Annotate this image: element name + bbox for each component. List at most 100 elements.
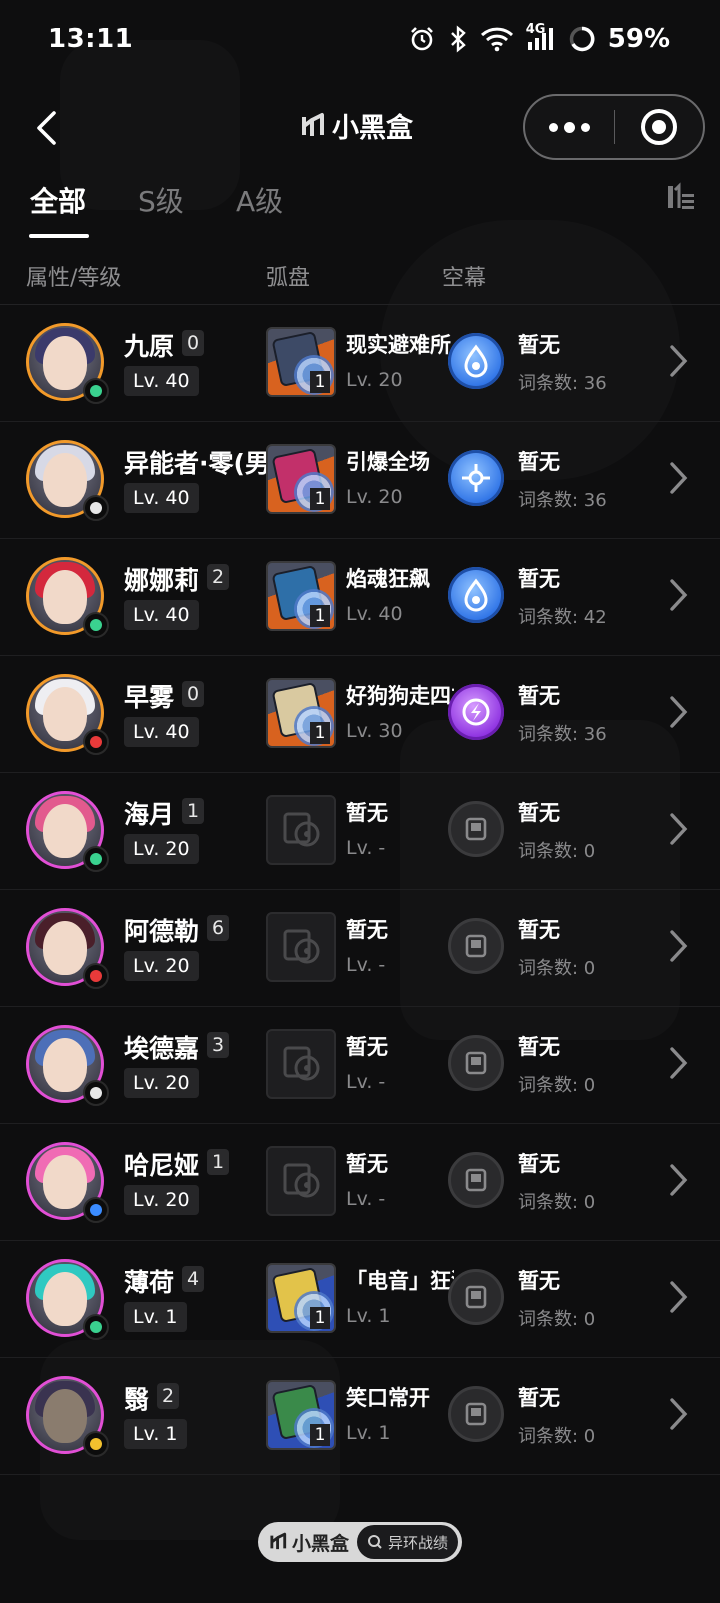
column-attr-level: 属性/等级 [26, 266, 122, 291]
character-avatar [26, 1376, 109, 1457]
character-avatar [26, 440, 109, 521]
sky-empty-icon [448, 1152, 504, 1208]
chevron-right-icon [670, 1047, 688, 1079]
disc-placeholder [266, 795, 336, 865]
footer-brand: 小黑盒 [261, 1529, 357, 1556]
character-row[interactable]: 娜娜莉 2 Lv. 40 1 焰魂狂飙 Lv. 40 暂无 词条数: 42 [0, 539, 720, 656]
sky-name: 暂无 [518, 567, 560, 591]
network-type: 4G [526, 22, 556, 52]
disc-name: 「电音」狂潮 [346, 1269, 454, 1293]
alarm-icon [410, 27, 433, 51]
character-level: Lv. 20 [124, 834, 199, 864]
attribute-icon [83, 378, 109, 404]
character-level: Lv. 40 [124, 366, 199, 396]
character-name: 娜娜莉 [124, 566, 200, 595]
character-rank-badge: 6 [207, 915, 230, 941]
disc-thumbnail: 1 [266, 678, 336, 748]
sky-entry-count: 词条数: 0 [518, 1309, 596, 1330]
tab-s-tier[interactable]: S级 [138, 180, 184, 220]
close-mini-program-button[interactable] [615, 96, 704, 158]
footer-brand-badge: 小黑盒 异环战绩 [258, 1522, 462, 1562]
disc-name: 暂无 [346, 918, 388, 942]
character-row[interactable]: 海月 1 Lv. 20 暂无 Lv. - 暂无 词条数: 0 [0, 773, 720, 890]
disc-level: Lv. 20 [346, 369, 403, 391]
character-rank-badge: 0 [182, 681, 205, 707]
character-level: Lv. 1 [124, 1302, 187, 1332]
disc-placeholder [266, 912, 336, 982]
attribute-icon [83, 1431, 109, 1457]
character-rank-badge: 0 [182, 330, 205, 356]
character-name: 九原 [124, 332, 175, 361]
tab-a-tier[interactable]: A级 [236, 180, 283, 220]
character-rank-badge: 1 [207, 1149, 230, 1175]
avatar-face [43, 570, 87, 624]
character-row[interactable]: 哈尼娅 1 Lv. 20 暂无 Lv. - 暂无 词条数: 0 [0, 1124, 720, 1241]
disc-thumbnail: 1 [266, 444, 336, 514]
attribute-icon [83, 495, 109, 521]
attribute-icon [83, 1080, 109, 1106]
sky-entry-count: 词条数: 42 [518, 607, 607, 628]
disc-count: 1 [310, 605, 330, 627]
sky-empty-icon [448, 801, 504, 857]
character-row[interactable]: 早雾 0 Lv. 40 1 好狗狗走四方 Lv. 30 暂无 词条数: 36 [0, 656, 720, 773]
chevron-right-icon [670, 1398, 688, 1430]
battery-percent: 59% [607, 24, 670, 54]
target-circle-icon [640, 109, 677, 145]
search-icon [368, 1535, 382, 1549]
empty-disc-icon [283, 1163, 320, 1198]
character-row[interactable]: 埃德嘉 3 Lv. 20 暂无 Lv. - 暂无 词条数: 0 [0, 1007, 720, 1124]
sky-name: 暂无 [518, 801, 560, 825]
avatar-face [43, 1038, 87, 1092]
app-title-text: 小黑盒 [332, 113, 413, 144]
more-button[interactable] [525, 96, 614, 158]
character-avatar [26, 1142, 109, 1223]
character-row[interactable]: 异能者·零(男 Lv. 40 1 引爆全场 Lv. 20 暂无 词条数: 36 [0, 422, 720, 539]
character-name: 异能者·零(男 [124, 449, 268, 478]
column-disc: 弧盘 [266, 266, 311, 291]
attribute-icon [83, 846, 109, 872]
sky-entry-count: 词条数: 0 [518, 1192, 596, 1213]
disc-name: 笑口常开 [346, 1386, 430, 1410]
empty-disc-icon [283, 812, 320, 847]
more-dot-icon [563, 121, 575, 133]
more-dot-icon [580, 122, 590, 132]
sky-entry-count: 词条数: 36 [518, 373, 607, 394]
disc-name: 焰魂狂飙 [346, 567, 430, 591]
disc-count: 1 [310, 488, 330, 510]
attribute-icon [83, 1197, 109, 1223]
avatar-face [43, 336, 87, 390]
character-row[interactable]: 九原 0 Lv. 40 1 现实避难所 Lv. 20 暂无 词条数: 36 [0, 305, 720, 422]
sort-filter-icon[interactable] [664, 182, 696, 214]
back-arrow-icon [37, 111, 56, 145]
character-row[interactable]: 薄荷 4 Lv. 1 1 「电音」狂潮 Lv. 1 暂无 词条数: 0 [0, 1241, 720, 1358]
footer-brand-text: 小黑盒 [292, 1532, 350, 1555]
character-row[interactable]: 翳 2 Lv. 1 1 笑口常开 Lv. 1 暂无 词条数: 0 [0, 1358, 720, 1475]
footer-game-text: 异环战绩 [388, 1533, 449, 1552]
attribute-icon [83, 729, 109, 755]
wifi-icon [480, 27, 513, 52]
character-avatar [26, 557, 109, 638]
character-rank-badge: 1 [182, 798, 205, 824]
disc-level: Lv. 1 [346, 1305, 391, 1327]
chevron-right-icon [670, 462, 688, 494]
empty-disc-icon [283, 929, 320, 964]
sky-entry-count: 词条数: 0 [518, 1426, 596, 1447]
character-name: 早雾 [124, 683, 175, 712]
sky-name: 暂无 [518, 1035, 560, 1059]
disc-count: 1 [310, 371, 330, 393]
character-name: 哈尼娅 [124, 1151, 200, 1180]
disc-level: Lv. - [346, 1188, 386, 1210]
attribute-icon [83, 612, 109, 638]
sky-name: 暂无 [518, 1152, 560, 1176]
character-level: Lv. 40 [124, 717, 199, 747]
sky-empty-icon [448, 1386, 504, 1442]
character-level: Lv. 20 [124, 1185, 199, 1215]
back-button[interactable] [26, 104, 66, 152]
character-row[interactable]: 阿德勒 6 Lv. 20 暂无 Lv. - 暂无 词条数: 0 [0, 890, 720, 1007]
tab-all[interactable]: 全部 [30, 180, 86, 220]
disc-thumbnail: 1 [266, 327, 336, 397]
disc-level: Lv. 40 [346, 603, 403, 625]
disc-name: 暂无 [346, 1152, 388, 1176]
character-avatar [26, 908, 109, 989]
disc-name: 好狗狗走四方 [346, 684, 454, 708]
